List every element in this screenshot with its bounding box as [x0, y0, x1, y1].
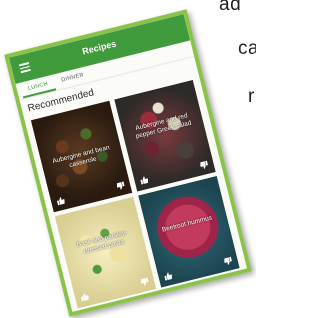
recipe-card[interactable]: Aubergine and bean casserole — [30, 100, 133, 213]
phone-screen: Recipes LUNCH DINNER Recommended Aubergi… — [4, 9, 252, 317]
background-text-1: ad — [219, 0, 242, 15]
background-text-3: r — [248, 86, 255, 107]
recipe-card[interactable]: Aubergine and red pepper Greek salad — [114, 79, 216, 192]
recipe-card[interactable]: Basil and parsley-dressed pasta — [54, 196, 157, 309]
recipe-card[interactable]: Beetroot hummus — [138, 175, 240, 288]
screenshot-stage: ad ca r Recipes LUNCH DINNER Recommended… — [0, 0, 256, 318]
background-text-2: ca — [238, 38, 256, 59]
